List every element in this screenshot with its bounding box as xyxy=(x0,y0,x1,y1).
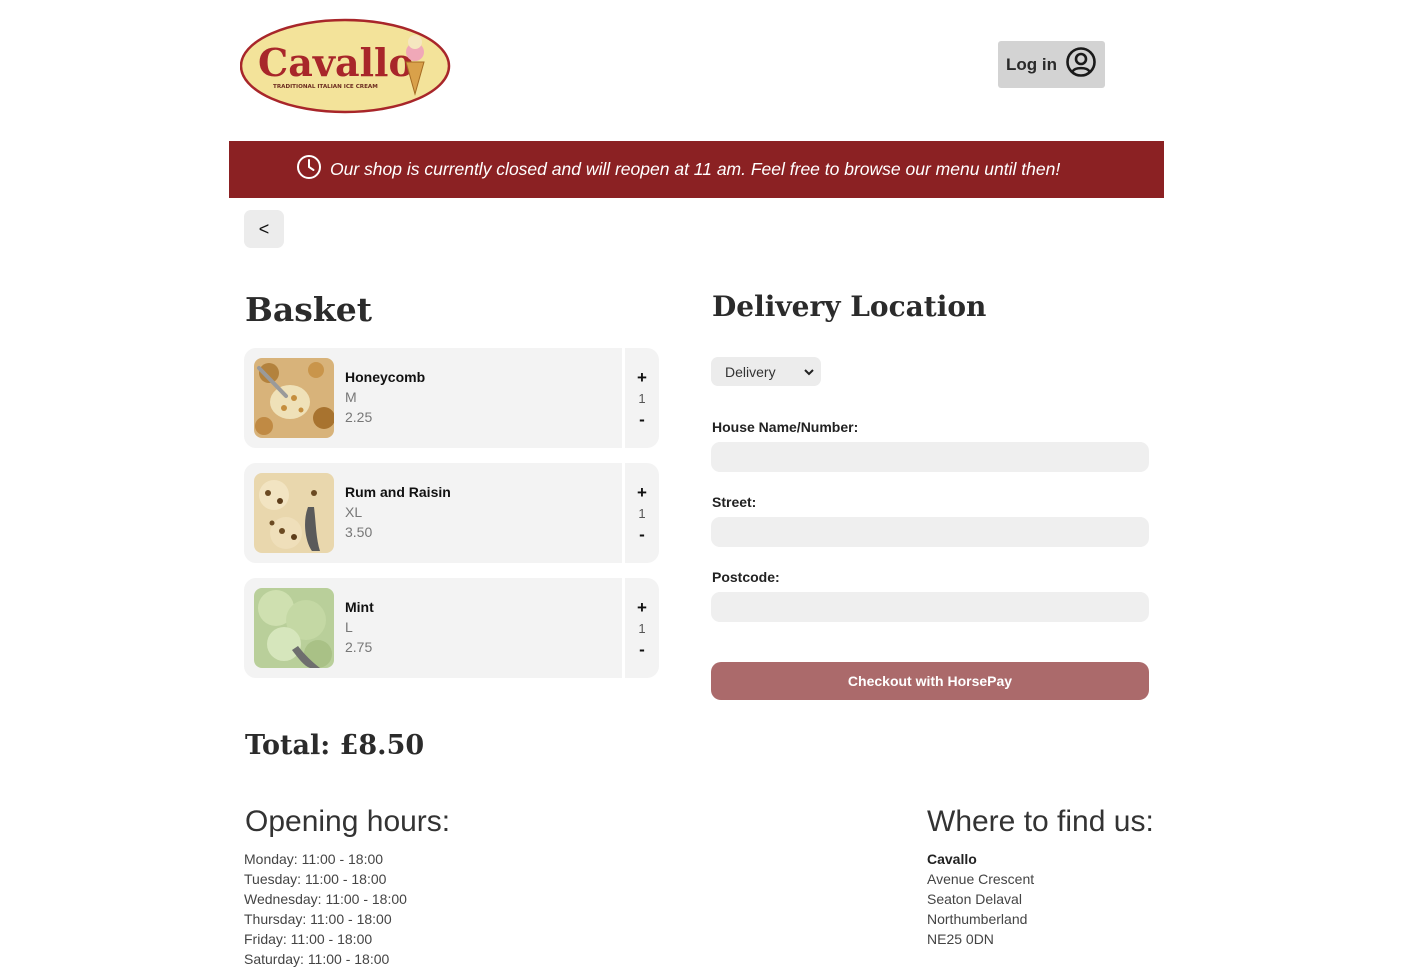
hours-row: Friday: 11:00 - 18:00 xyxy=(244,931,373,947)
mint-image xyxy=(254,588,334,668)
hours-row: Thursday: 11:00 - 18:00 xyxy=(244,911,392,927)
quantity-stepper: + 1 - xyxy=(625,463,659,563)
chevron-down-icon xyxy=(803,365,815,377)
item-size: XL xyxy=(345,504,363,520)
clock-icon xyxy=(296,154,330,185)
postcode-label: Postcode: xyxy=(712,569,780,585)
address-line: Northumberland xyxy=(927,911,1028,927)
where-to-find-title: Where to find us: xyxy=(927,805,1154,838)
decrease-quantity-button[interactable]: - xyxy=(639,526,645,543)
logo-tagline: TRADITIONAL ITALIAN ICE CREAM xyxy=(273,84,378,90)
item-name: Mint xyxy=(345,599,374,615)
quantity-value: 1 xyxy=(638,390,646,406)
cavallo-logo[interactable]: Cavallo TRADITIONAL ITALIAN ICE CREAM xyxy=(239,18,452,114)
login-button[interactable]: Log in xyxy=(998,41,1105,88)
banner-message: Our shop is currently closed and will re… xyxy=(330,159,1061,179)
honeycomb-image xyxy=(254,358,334,438)
increase-quantity-button[interactable]: + xyxy=(637,484,647,501)
increase-quantity-button[interactable]: + xyxy=(637,599,647,616)
item-price: 3.50 xyxy=(345,524,373,540)
login-label: Log in xyxy=(1006,54,1057,74)
decrease-quantity-button[interactable]: - xyxy=(639,411,645,428)
item-price: 2.75 xyxy=(345,639,373,655)
quantity-value: 1 xyxy=(638,620,646,636)
hours-row: Wednesday: 11:00 - 18:00 xyxy=(244,891,407,907)
house-number-label: House Name/Number: xyxy=(712,419,859,435)
back-button[interactable]: < xyxy=(244,210,284,248)
street-input[interactable] xyxy=(711,517,1149,547)
item-name: Honeycomb xyxy=(345,369,426,385)
postcode-input[interactable] xyxy=(711,592,1149,622)
hours-row: Tuesday: 11:00 - 18:00 xyxy=(244,871,387,887)
quantity-value: 1 xyxy=(638,505,646,521)
basket-item-info: Rum and Raisin XL 3.50 xyxy=(244,463,622,563)
hours-row: Monday: 11:00 - 18:00 xyxy=(244,851,384,867)
increase-quantity-button[interactable]: + xyxy=(637,369,647,386)
basket-item: Honeycomb M 2.25 + 1 - xyxy=(244,348,659,448)
basket-total: Total: £8.50 xyxy=(245,730,425,761)
basket-item: Mint L 2.75 + 1 - xyxy=(244,578,659,678)
item-size: L xyxy=(345,619,353,635)
basket-title: Basket xyxy=(245,290,372,329)
item-name: Rum and Raisin xyxy=(345,484,451,500)
hours-row: Saturday: 11:00 - 18:00 xyxy=(244,951,390,967)
address-line: Seaton Delaval xyxy=(927,891,1022,907)
basket-item-info: Mint L 2.75 xyxy=(244,578,622,678)
logo-wordmark: Cavallo xyxy=(258,40,414,85)
opening-hours-list: Monday: 11:00 - 18:00 Tuesday: 11:00 - 1… xyxy=(244,849,407,969)
rum-and-raisin-image xyxy=(254,473,334,553)
quantity-stepper: + 1 - xyxy=(625,348,659,448)
user-circle-icon xyxy=(1065,46,1097,83)
house-number-input[interactable] xyxy=(711,442,1149,472)
basket-item-info: Honeycomb M 2.25 xyxy=(244,348,622,448)
decrease-quantity-button[interactable]: - xyxy=(639,641,645,658)
address-line: Avenue Crescent xyxy=(927,871,1035,887)
checkout-button[interactable]: Checkout with HorsePay xyxy=(711,662,1149,700)
address-name: Cavallo xyxy=(927,851,977,867)
opening-hours-title: Opening hours: xyxy=(245,805,451,838)
shop-address: Cavallo Avenue Crescent Seaton Delaval N… xyxy=(927,849,1034,949)
address-line: NE25 0DN xyxy=(927,931,994,947)
item-price: 2.25 xyxy=(345,409,373,425)
item-size: M xyxy=(345,389,357,405)
basket-item: Rum and Raisin XL 3.50 + 1 - xyxy=(244,463,659,563)
delivery-method-select[interactable]: Delivery xyxy=(711,357,821,386)
delivery-method-value: Delivery xyxy=(725,363,776,380)
quantity-stepper: + 1 - xyxy=(625,578,659,678)
street-label: Street: xyxy=(712,494,757,510)
shop-closed-banner: Our shop is currently closed and will re… xyxy=(229,141,1164,198)
delivery-title: Delivery Location xyxy=(712,290,987,323)
